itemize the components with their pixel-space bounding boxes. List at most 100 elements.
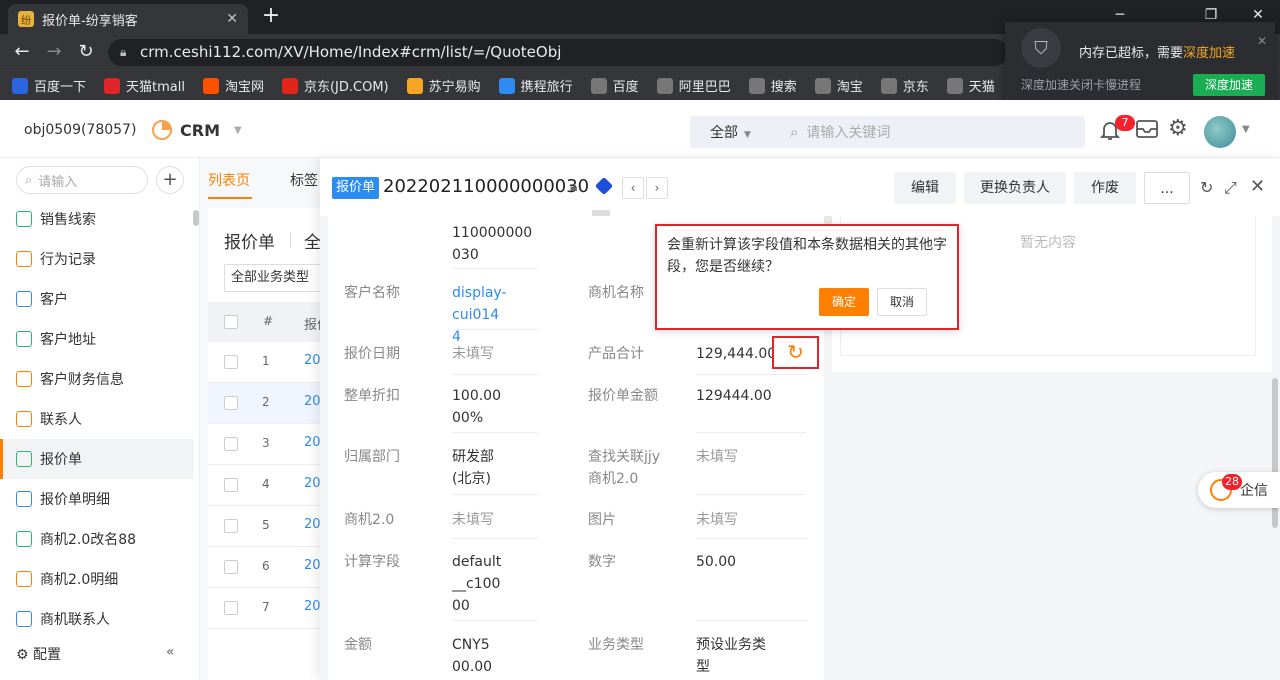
previous-record-button[interactable]: ‹: [622, 177, 644, 199]
back-icon[interactable]: ←: [10, 40, 34, 64]
globe-icon: [814, 77, 831, 94]
sidebar-item[interactable]: 客户财务信息: [0, 359, 194, 399]
bookmark-item[interactable]: 天猫: [946, 76, 995, 95]
row-link[interactable]: 20: [304, 476, 321, 491]
app-switcher[interactable]: CRM ▼: [152, 120, 242, 140]
sidebar-item[interactable]: 商机2.0明细: [0, 559, 194, 599]
bookmark-item[interactable]: 天猫tmall: [104, 76, 185, 95]
row-number: 7: [262, 600, 270, 614]
cancel-button[interactable]: 取消: [877, 288, 927, 316]
void-button[interactable]: 作废: [1074, 172, 1136, 204]
bookmark-item[interactable]: 京东(JD.COM): [281, 76, 389, 95]
next-record-button[interactable]: ›: [646, 177, 668, 199]
browser-tab[interactable]: 纷 报价单-纷享销客 ✕: [8, 4, 248, 34]
inbox-icon[interactable]: [1135, 118, 1159, 145]
row-link[interactable]: 20: [304, 599, 321, 614]
sidebar-item[interactable]: 报价单明细: [0, 479, 194, 519]
close-icon[interactable]: ✕: [1257, 34, 1267, 48]
tab-label[interactable]: 标签: [290, 170, 318, 190]
sidebar-item[interactable]: 商机联系人: [0, 599, 194, 639]
table-row[interactable]: 3 20: [208, 424, 330, 465]
recalculate-message: 会重新计算该字段值和本条数据相关的其他字段，您是否继续？: [667, 237, 947, 275]
confirm-button[interactable]: 确定: [819, 288, 869, 316]
row-link[interactable]: 20: [304, 558, 321, 573]
collapse-sidebar-icon[interactable]: «: [166, 644, 175, 660]
row-checkbox[interactable]: [224, 437, 238, 451]
list-scope[interactable]: 全: [304, 228, 321, 253]
bookmark-item[interactable]: 淘宝网: [202, 76, 264, 95]
new-tab-button[interactable]: +: [258, 4, 284, 30]
close-tab-icon[interactable]: ✕: [226, 11, 238, 27]
bookmark-item[interactable]: 阿里巴巴: [656, 76, 731, 95]
more-button[interactable]: ...: [1144, 172, 1190, 204]
global-search[interactable]: 全部 ▼ ⌕ 请输入关键词: [690, 116, 1085, 148]
chevron-down-icon[interactable]: ▼: [1242, 124, 1250, 135]
customer-link[interactable]: display-cui0144: [452, 282, 508, 348]
bookmark-item[interactable]: 携程旅行: [498, 76, 573, 95]
select-all-checkbox[interactable]: [224, 315, 238, 329]
table-row[interactable]: 1 20: [208, 342, 330, 383]
sidebar-item[interactable]: 客户地址: [0, 319, 194, 359]
search-scope[interactable]: 全部 ▼: [690, 122, 770, 142]
tab-list-page[interactable]: 列表页: [208, 170, 250, 190]
sidebar-search-input[interactable]: ⌕ 请输入: [16, 166, 148, 194]
account-name[interactable]: obj0509(78057): [24, 122, 136, 138]
refresh-icon[interactable]: ↻: [1200, 178, 1213, 197]
field-label: 金额: [344, 637, 372, 653]
recalculate-icon[interactable]: ↻: [772, 336, 819, 369]
search-icon: ⌕: [790, 123, 799, 141]
reload-icon[interactable]: ↻: [74, 40, 98, 64]
config-link[interactable]: ⚙︎ 配置: [16, 644, 61, 664]
forward-icon[interactable]: →: [42, 40, 66, 64]
row-checkbox[interactable]: [224, 478, 238, 492]
row-checkbox[interactable]: [224, 560, 238, 574]
table-row[interactable]: 2 20: [208, 383, 330, 424]
table-row[interactable]: 6 20: [208, 547, 330, 588]
field-divider: [452, 329, 538, 330]
sidebar-item[interactable]: 报价单: [0, 439, 194, 479]
bookmark-item[interactable]: 百度一下: [12, 76, 86, 95]
bookmark-item[interactable]: 京东: [880, 76, 929, 95]
accelerate-button[interactable]: 深度加速: [1193, 74, 1265, 96]
row-checkbox[interactable]: [224, 519, 238, 533]
row-checkbox[interactable]: [224, 601, 238, 615]
sidebar-scrollbar[interactable]: [193, 210, 199, 226]
sidebar-item-label: 联系人: [40, 412, 82, 428]
field-label: 客户名称: [344, 285, 400, 301]
url-field[interactable]: 🔒︎ crm.ceshi112.com/XV/Home/Index#crm/li…: [108, 39, 1008, 66]
avatar[interactable]: [1204, 116, 1236, 148]
close-icon[interactable]: ✕: [1250, 176, 1265, 197]
ctrip-icon: [498, 77, 515, 94]
row-checkbox[interactable]: [224, 396, 238, 410]
row-checkbox[interactable]: [224, 355, 238, 369]
sidebar-item[interactable]: 客户: [0, 279, 194, 319]
table-row[interactable]: 4 20: [208, 465, 330, 506]
row-link[interactable]: 20: [304, 353, 321, 368]
sidebar-item[interactable]: 联系人: [0, 399, 194, 439]
bookmark-label: 阿里巴巴: [678, 80, 731, 95]
edit-button[interactable]: 编辑: [894, 172, 956, 204]
table-row[interactable]: 5 20: [208, 506, 330, 547]
memory-highlight[interactable]: 深度加速: [1183, 46, 1235, 61]
business-type-select[interactable]: 全部业务类型: [224, 264, 330, 292]
sidebar-item[interactable]: 销售线索: [0, 199, 194, 239]
bookmark-item[interactable]: 淘宝: [814, 76, 863, 95]
gear-icon[interactable]: ⚙: [1168, 116, 1188, 141]
sidebar-item[interactable]: 商机2.0改名88: [0, 519, 194, 559]
fullscreen-icon[interactable]: ⤢: [1224, 178, 1237, 198]
chevron-down-icon: ▼: [744, 130, 751, 140]
bookmark-label: 天猫: [968, 80, 995, 95]
row-link[interactable]: 20: [304, 517, 321, 532]
row-link[interactable]: 20: [304, 435, 321, 450]
add-menu-button[interactable]: +: [156, 166, 184, 194]
row-link[interactable]: 20: [304, 394, 321, 409]
column-number: #: [263, 314, 274, 328]
sidebar-item[interactable]: 行为记录: [0, 239, 194, 279]
bookmark-item[interactable]: 搜索: [748, 76, 797, 95]
sidebar-item-label: 商机2.0明细: [40, 572, 119, 588]
list-title: 报价单: [224, 233, 275, 253]
change-owner-button[interactable]: 更换负责人: [964, 172, 1066, 204]
bookmark-item[interactable]: 苏宁易购: [406, 76, 481, 95]
bookmark-item[interactable]: 百度: [590, 76, 639, 95]
table-row[interactable]: 7 20: [208, 588, 330, 629]
